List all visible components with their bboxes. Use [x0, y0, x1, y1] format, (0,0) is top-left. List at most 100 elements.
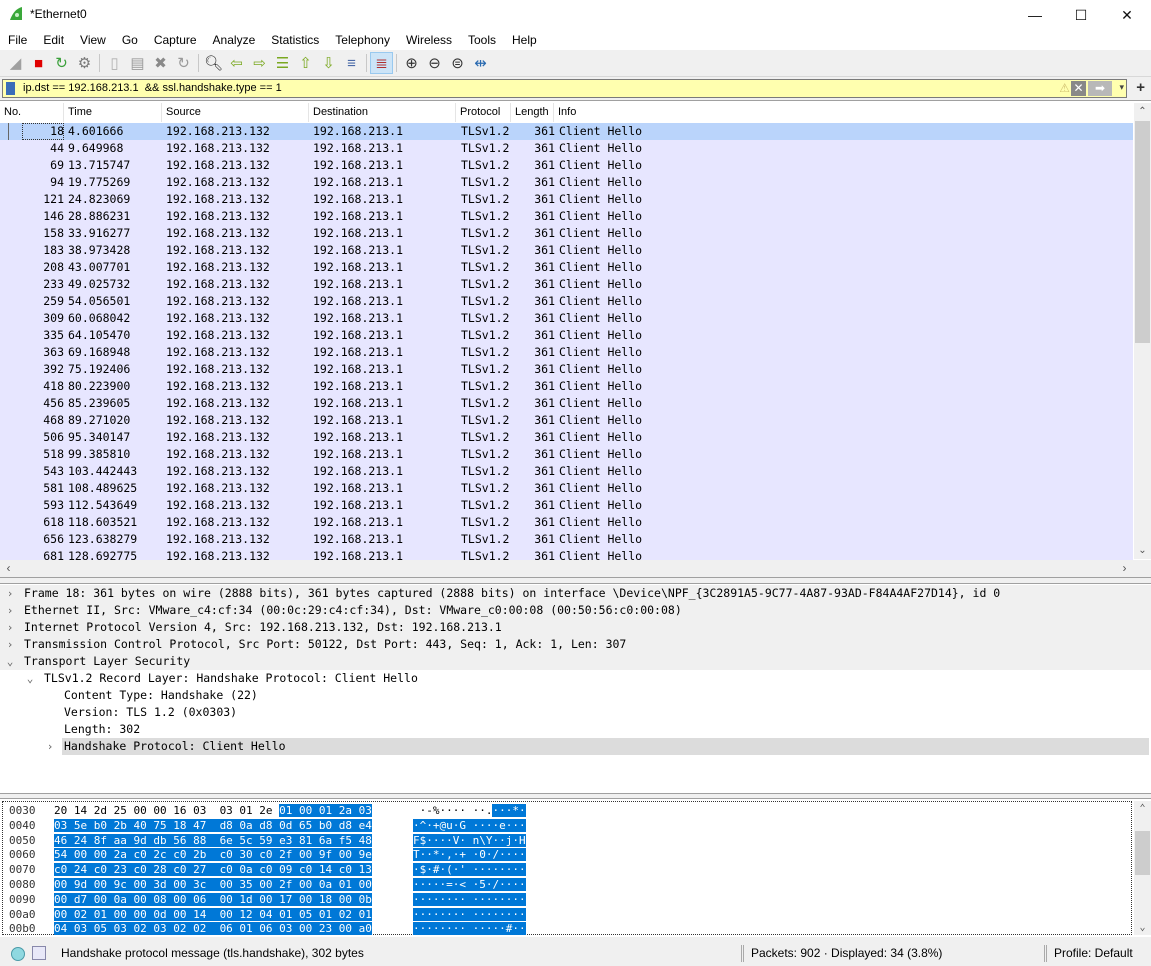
tree-item[interactable]: › Internet Protocol Version 4, Src: 192.1…: [0, 619, 1151, 636]
scroll-thumb[interactable]: [1135, 121, 1150, 343]
column-header-time[interactable]: Time: [64, 103, 162, 122]
expand-arrow-icon[interactable]: ›: [4, 636, 16, 653]
packet-row[interactable]: 158 33.916277 192.168.213.132 192.168.213.1…: [0, 225, 1133, 242]
packet-row[interactable]: 418 80.223900 192.168.213.132 192.168.213.1…: [0, 378, 1133, 395]
reload-file-button[interactable]: ↻: [172, 52, 195, 74]
packet-row[interactable]: 518 99.385810 192.168.213.132 192.168.213.1…: [0, 446, 1133, 463]
close-file-button[interactable]: ✖: [149, 52, 172, 74]
menu-wireless[interactable]: Wireless: [398, 30, 460, 50]
packet-row[interactable]: 506 95.340147 192.168.213.132 192.168.213.1…: [0, 429, 1133, 446]
packet-row[interactable]: 656 123.638279 192.168.213.132 192.168.213.…: [0, 531, 1133, 548]
menu-edit[interactable]: Edit: [35, 30, 72, 50]
packet-row[interactable]: 183 38.973428 192.168.213.132 192.168.213.1…: [0, 242, 1133, 259]
collapse-arrow-icon[interactable]: ⌄: [4, 653, 16, 670]
packet-row[interactable]: 259 54.056501 192.168.213.132 192.168.213.1…: [0, 293, 1133, 310]
column-header-no[interactable]: No.: [0, 103, 64, 122]
maximize-button[interactable]: ☐: [1058, 0, 1104, 30]
edit-comment-icon[interactable]: [32, 946, 46, 960]
packet-row[interactable]: 94 19.775269 192.168.213.132 192.168.213.1 T…: [0, 174, 1133, 191]
expand-arrow-icon[interactable]: ›: [4, 619, 16, 636]
collapse-arrow-icon[interactable]: ⌄: [24, 670, 36, 687]
packet-row[interactable]: 44 9.649968 192.168.213.132 192.168.213.1 TL…: [0, 140, 1133, 157]
column-header-info[interactable]: Info: [554, 103, 1133, 122]
profile-selector[interactable]: Profile: Default: [1054, 946, 1133, 960]
tree-item[interactable]: Content Type: Handshake (22): [0, 687, 1151, 704]
menu-capture[interactable]: Capture: [146, 30, 205, 50]
zoom-in-button[interactable]: ⊕: [400, 52, 423, 74]
packet-row[interactable]: 121 24.823069 192.168.213.132 192.168.213.1…: [0, 191, 1133, 208]
packet-row[interactable]: 208 43.007701 192.168.213.132 192.168.213.1…: [0, 259, 1133, 276]
packet-list-vertical-scrollbar[interactable]: ⌃ ⌄: [1134, 103, 1151, 559]
apply-filter-button[interactable]: ➡: [1088, 81, 1112, 96]
capture-status-icon[interactable]: [11, 947, 25, 961]
tree-item[interactable]: Length: 302: [0, 721, 1151, 738]
menu-analyze[interactable]: Analyze: [205, 30, 264, 50]
resize-columns-button[interactable]: ⇹: [469, 52, 492, 74]
bytes-vertical-scrollbar[interactable]: ⌃ ⌄: [1134, 801, 1151, 935]
zoom-normal-button[interactable]: ⊜: [446, 52, 469, 74]
tree-item[interactable]: ⌄ TLSv1.2 Record Layer: Handshake Protoco…: [0, 670, 1151, 687]
clear-filter-button[interactable]: ✕: [1071, 81, 1086, 96]
tree-item[interactable]: › Ethernet II, Src: VMware_c4:cf:34 (00:0…: [0, 602, 1151, 619]
scroll-thumb[interactable]: [1135, 831, 1150, 875]
packet-row[interactable]: 593 112.543649 192.168.213.132 192.168.213.…: [0, 497, 1133, 514]
expand-arrow-icon[interactable]: ›: [4, 602, 16, 619]
packet-row[interactable]: 618 118.603521 192.168.213.132 192.168.213.…: [0, 514, 1133, 531]
display-filter-input[interactable]: ip.dst == 192.168.213.1 && ssl.handshake…: [2, 79, 1127, 98]
column-header-destination[interactable]: Destination: [309, 103, 456, 122]
close-window-button[interactable]: ✕: [1104, 0, 1150, 30]
go-last-packet-button[interactable]: ⇩: [317, 52, 340, 74]
colorize-button[interactable]: ≣: [370, 52, 393, 74]
packet-row[interactable]: 18 4.601666 192.168.213.132 192.168.213.1 TL…: [0, 123, 1133, 140]
packet-row[interactable]: 456 85.239605 192.168.213.132 192.168.213.1…: [0, 395, 1133, 412]
tree-item[interactable]: › Transmission Control Protocol, Src Port…: [0, 636, 1151, 653]
go-back-button[interactable]: ⇦: [225, 52, 248, 74]
packet-row[interactable]: 581 108.489625 192.168.213.132 192.168.213.…: [0, 480, 1133, 497]
filter-bookmark-icon[interactable]: [6, 82, 15, 95]
start-capture-button[interactable]: ◢: [4, 52, 27, 74]
packet-row[interactable]: 363 69.168948 192.168.213.132 192.168.213.1…: [0, 344, 1133, 361]
save-file-button[interactable]: ▤: [126, 52, 149, 74]
ascii-bytes[interactable]: ········ ·····#··: [413, 920, 526, 937]
minimize-button[interactable]: —: [1012, 0, 1058, 30]
go-to-packet-button[interactable]: ☰: [271, 52, 294, 74]
packet-row[interactable]: 233 49.025732 192.168.213.132 192.168.213.1…: [0, 276, 1133, 293]
scroll-down-icon[interactable]: ⌄: [1134, 922, 1151, 933]
scroll-left-icon[interactable]: ‹: [0, 560, 17, 577]
packet-row[interactable]: 335 64.105470 192.168.213.132 192.168.213.1…: [0, 327, 1133, 344]
zoom-out-button[interactable]: ⊖: [423, 52, 446, 74]
scroll-down-icon[interactable]: ⌄: [1134, 542, 1151, 559]
go-forward-button[interactable]: ⇨: [248, 52, 271, 74]
auto-scroll-button[interactable]: ≡: [340, 52, 363, 74]
column-header-protocol[interactable]: Protocol: [456, 103, 511, 122]
menu-tools[interactable]: Tools: [460, 30, 504, 50]
column-header-length[interactable]: Length: [511, 103, 554, 122]
hex-bytes[interactable]: 04 03 05 03 02 03 02 02 06 01 06 03 00 2…: [54, 920, 372, 937]
expand-arrow-icon[interactable]: ›: [4, 585, 16, 602]
open-file-button[interactable]: ▯: [103, 52, 126, 74]
filter-text[interactable]: ip.dst == 192.168.213.1 && ssl.handshake…: [23, 82, 282, 94]
scroll-up-icon[interactable]: ⌃: [1134, 103, 1151, 120]
packet-list-horizontal-scrollbar[interactable]: ‹ ›: [0, 560, 1151, 577]
go-first-packet-button[interactable]: ⇧: [294, 52, 317, 74]
packet-row[interactable]: 543 103.442443 192.168.213.132 192.168.213.…: [0, 463, 1133, 480]
expand-arrow-icon[interactable]: ›: [44, 738, 56, 755]
packet-row[interactable]: 69 13.715747 192.168.213.132 192.168.213.1 T…: [0, 157, 1133, 174]
menu-go[interactable]: Go: [114, 30, 146, 50]
restart-capture-button[interactable]: ↻: [50, 52, 73, 74]
menu-file[interactable]: File: [0, 30, 35, 50]
tree-item[interactable]: › Frame 18: 361 bytes on wire (2888 bits)…: [0, 585, 1151, 602]
packet-row[interactable]: 146 28.886231 192.168.213.132 192.168.213.1…: [0, 208, 1133, 225]
tree-item[interactable]: ⌄ Transport Layer Security: [0, 653, 1151, 670]
packet-row[interactable]: 309 60.068042 192.168.213.132 192.168.213.1…: [0, 310, 1133, 327]
scroll-right-icon[interactable]: ›: [1116, 560, 1133, 577]
menu-telephony[interactable]: Telephony: [327, 30, 398, 50]
bytes-view[interactable]: 0030 20 14 2d 25 00 00 16 03 03 01 2e 01 …: [2, 801, 1132, 937]
tree-item[interactable]: Version: TLS 1.2 (0x0303): [0, 704, 1151, 721]
menu-view[interactable]: View: [72, 30, 114, 50]
tree-item[interactable]: › Handshake Protocol: Client Hello: [0, 738, 1151, 755]
capture-options-button[interactable]: ⚙: [73, 52, 96, 74]
column-header-source[interactable]: Source: [162, 103, 309, 122]
menu-statistics[interactable]: Statistics: [263, 30, 327, 50]
packet-row[interactable]: 392 75.192406 192.168.213.132 192.168.213.1…: [0, 361, 1133, 378]
